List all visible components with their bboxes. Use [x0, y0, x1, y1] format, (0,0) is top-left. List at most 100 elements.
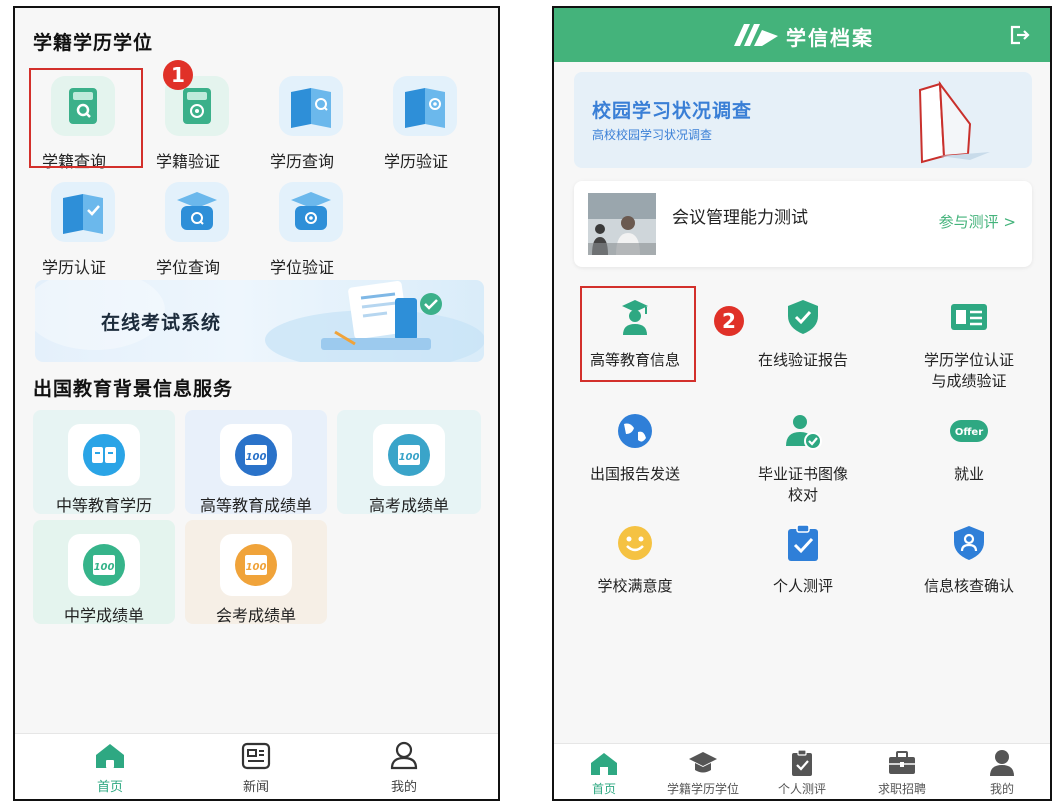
tab-jobs[interactable]: 求职招聘 [852, 744, 952, 799]
tab-label: 学籍学历学位 [666, 782, 739, 796]
shield-check-icon [788, 300, 818, 334]
join-test-link[interactable]: 参与测评 > [939, 211, 1016, 232]
service-online-verify-report[interactable]: 在线验证报告 [738, 298, 868, 398]
chsi-logo-icon [734, 24, 778, 46]
survey-banner[interactable]: 校园学习状况调查 高校校园学习状况调查 [574, 72, 1032, 168]
grid-item-label: 学历验证 [383, 152, 448, 171]
section-title-student-records: 学籍学历学位 [33, 32, 154, 54]
service-degree-certify[interactable]: 学历学位认证 与成绩验证 [904, 298, 1034, 398]
user-check-icon [786, 415, 822, 450]
step-badge-1: 1 [163, 60, 193, 90]
highlight-box-1 [29, 68, 143, 168]
logout-icon[interactable] [1008, 24, 1030, 46]
meeting-test-card[interactable]: 会议管理能力测试 参与测评 > [574, 181, 1032, 267]
degree-search-icon [165, 182, 229, 242]
service-label: 个人测评 [772, 577, 833, 595]
service-label: 学历学位认证 与成绩验证 [923, 351, 1014, 390]
open-book-illustration [918, 80, 990, 164]
tab-label: 新闻 [242, 780, 269, 795]
meeting-test-title: 会议管理能力测试 [672, 208, 808, 228]
svg-text:100: 100 [246, 562, 267, 573]
grad-cap-icon [689, 752, 717, 773]
service-certificate-image-check[interactable]: 毕业证书图像 校对 [738, 412, 868, 512]
app-title: 学信档案 [786, 26, 874, 50]
tab-home[interactable]: 首页 [554, 744, 654, 799]
grid-item-label: 学位验证 [269, 258, 334, 277]
app-header: 学信档案 [554, 8, 1050, 62]
svg-text:100: 100 [94, 562, 115, 573]
service-label: 出国报告发送 [589, 465, 680, 483]
bottom-tab-bar: 首页 学籍学历学位 个人测评 求职招聘 我的 [554, 743, 1050, 799]
highlight-box-2 [580, 286, 696, 382]
online-exam-banner[interactable]: 在线考试系统 [35, 280, 484, 362]
tab-label: 首页 [591, 782, 616, 796]
tab-personal-assessment[interactable]: 个人测评 [752, 744, 852, 799]
service-overseas-report[interactable]: 出国报告发送 [570, 412, 700, 512]
card-huikao-transcript[interactable]: 100 会考成绩单 [185, 520, 327, 625]
offer-icon: Offer [950, 420, 988, 442]
score-100-icon: 100 [373, 424, 445, 486]
section-title-overseas-services: 出国教育背景信息服务 [33, 378, 234, 400]
meeting-photo [588, 193, 656, 255]
news-icon [241, 742, 271, 770]
card-label: 中等教育学历 [55, 496, 152, 515]
tab-label: 个人测评 [777, 782, 826, 796]
education-search-icon [279, 76, 343, 136]
card-label: 高考成绩单 [368, 496, 449, 515]
tab-label: 我的 [390, 780, 417, 795]
score-100-icon: 100 [220, 424, 292, 486]
clipboard-icon [792, 749, 812, 776]
grid-item-label: 学位查询 [155, 258, 220, 277]
tab-news[interactable]: 新闻 [201, 734, 311, 799]
svg-text:100: 100 [399, 452, 420, 463]
tab-student-records[interactable]: 学籍学历学位 [653, 744, 753, 799]
card-middle-school-transcript[interactable]: 100 中学成绩单 [33, 520, 175, 625]
grid-item-education-verify[interactable]: 学历验证 [361, 76, 471, 172]
card-label: 中学成绩单 [63, 606, 144, 625]
grid-item-label: 学历查询 [269, 152, 334, 171]
score-100-icon: 100 [68, 534, 140, 596]
card-label: 会考成绩单 [215, 606, 296, 625]
grid-item-degree-search[interactable]: 学位查询 [133, 182, 243, 278]
grid-item-student-record-verify[interactable]: 学籍验证 [133, 76, 243, 172]
service-label: 毕业证书图像 校对 [757, 465, 848, 504]
survey-title: 校园学习状况调查 [592, 100, 753, 122]
service-label: 学校满意度 [597, 577, 673, 595]
service-personal-assessment[interactable]: 个人测评 [738, 524, 868, 624]
left-phone-screen: 学籍学历学位 学籍查询 学籍验证 学历查询 学历验证 1 学历认证 学位查询 学… [13, 6, 500, 801]
tab-label: 求职招聘 [877, 782, 926, 796]
tab-home[interactable]: 首页 [55, 734, 165, 799]
service-employment[interactable]: Offer 就业 [904, 412, 1034, 512]
service-label: 信息核查确认 [923, 577, 1014, 595]
id-card-icon [951, 304, 987, 330]
tab-label: 我的 [989, 782, 1014, 796]
svg-text:100: 100 [246, 452, 267, 463]
book-icon [68, 424, 140, 486]
education-certify-icon [51, 182, 115, 242]
education-verify-icon [393, 76, 457, 136]
home-icon [96, 744, 124, 768]
card-higher-education-transcript[interactable]: 100 高等教育成绩单 [185, 410, 327, 515]
clipboard-check-icon [788, 524, 818, 561]
user-icon [990, 750, 1014, 776]
briefcase-icon [889, 751, 915, 774]
bottom-tab-bar: 首页 新闻 我的 [15, 733, 498, 799]
service-school-satisfaction[interactable]: 学校满意度 [570, 524, 700, 624]
grid-item-education-certify[interactable]: 学历认证 [19, 182, 129, 278]
survey-subtitle: 高校校园学习状况调查 [592, 128, 713, 142]
card-gaokao-transcript[interactable]: 100 高考成绩单 [337, 410, 481, 515]
user-shield-icon [954, 526, 984, 560]
service-label: 在线验证报告 [757, 351, 848, 369]
tab-mine[interactable]: 我的 [349, 734, 459, 799]
card-secondary-education[interactable]: 中等教育学历 [33, 410, 175, 515]
grid-item-education-search[interactable]: 学历查询 [247, 76, 357, 172]
tab-mine[interactable]: 我的 [952, 744, 1050, 799]
card-label: 高等教育成绩单 [199, 496, 312, 515]
globe-icon [618, 414, 652, 448]
right-phone-screen: 学信档案 校园学习状况调查 高校校园学习状况调查 会议管理能力测试 参与测评 >… [552, 6, 1052, 801]
online-exam-banner-text: 在线考试系统 [101, 312, 222, 334]
svg-text:Offer: Offer [955, 427, 983, 438]
user-icon [390, 741, 418, 770]
grid-item-degree-verify[interactable]: 学位验证 [247, 182, 357, 278]
service-info-verify-confirm[interactable]: 信息核查确认 [904, 524, 1034, 624]
